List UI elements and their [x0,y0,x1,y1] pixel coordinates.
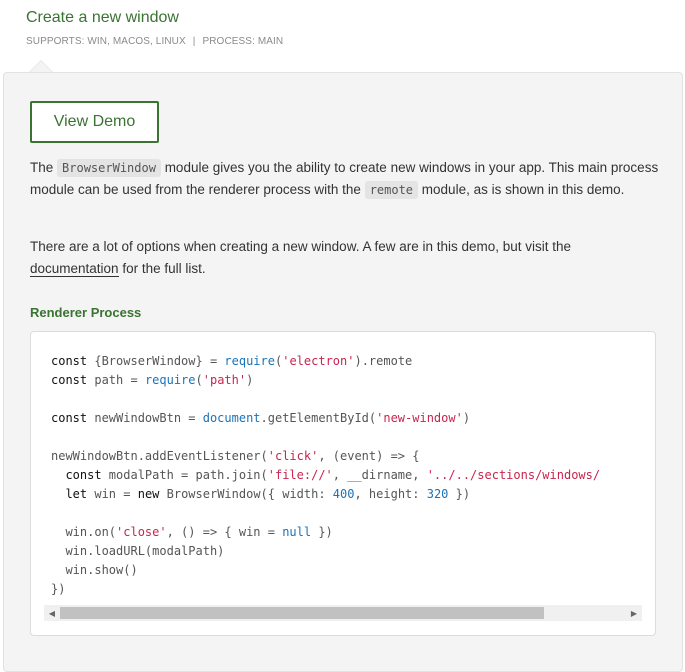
process-label: PROCESS: MAIN [202,36,284,47]
code-block: const {BrowserWindow} = require('electro… [30,331,656,636]
supports-label: SUPPORTS: WIN, MACOS, LINUX [26,36,186,47]
inline-code-browserwindow: BrowserWindow [57,159,161,177]
intro-paragraph: The BrowserWindow module gives you the a… [30,159,659,199]
scrollbar-thumb[interactable] [60,607,544,619]
inline-code-remote: remote [364,181,419,199]
panel-caret [29,60,53,72]
demo-meta: SUPPORTS: WIN, MACOS, LINUX | PROCESS: MAI… [26,36,283,47]
renderer-process-label: Renderer Process [30,305,142,320]
documentation-link[interactable]: documentation [30,261,119,277]
section-title: Create a new window [26,9,179,26]
horizontal-scrollbar[interactable]: ◀ ▶ [44,605,642,621]
scroll-left-arrow-icon[interactable]: ◀ [44,605,60,621]
view-demo-button[interactable]: View Demo [30,101,159,143]
code-content: const {BrowserWindow} = require('electro… [51,354,601,596]
meta-separator: | [192,36,196,47]
scroll-right-arrow-icon[interactable]: ▶ [626,605,642,621]
options-paragraph: There are a lot of options when creating… [30,239,572,277]
